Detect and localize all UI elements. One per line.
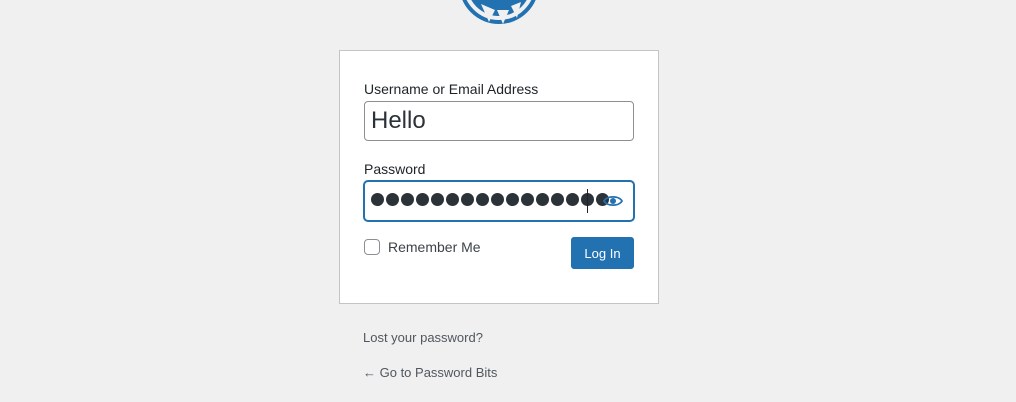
password-label: Password bbox=[364, 161, 426, 177]
password-dot bbox=[566, 193, 579, 206]
eye-icon bbox=[603, 195, 623, 207]
password-dot bbox=[416, 193, 429, 206]
password-dot bbox=[536, 193, 549, 206]
username-input[interactable]: Hello bbox=[364, 101, 634, 141]
password-dot bbox=[476, 193, 489, 206]
password-dot bbox=[446, 193, 459, 206]
back-to-site-link[interactable]: ← Go to Password Bits bbox=[363, 365, 497, 380]
login-button[interactable]: Log In bbox=[571, 237, 634, 269]
password-dot bbox=[491, 193, 504, 206]
password-mask bbox=[371, 193, 609, 206]
lost-password-link[interactable]: Lost your password? bbox=[363, 330, 483, 345]
remember-me-checkbox[interactable] bbox=[364, 239, 380, 255]
password-input[interactable] bbox=[364, 181, 634, 221]
wordpress-logo-icon[interactable] bbox=[459, 0, 539, 24]
password-dot bbox=[461, 193, 474, 206]
remember-me[interactable]: Remember Me bbox=[364, 239, 481, 255]
username-label: Username or Email Address bbox=[364, 81, 539, 97]
login-form: Username or Email Address Hello Password… bbox=[339, 50, 659, 304]
text-caret bbox=[587, 189, 588, 213]
show-password-button[interactable] bbox=[599, 186, 627, 216]
password-dot bbox=[521, 193, 534, 206]
password-dot bbox=[371, 193, 384, 206]
password-dot bbox=[401, 193, 414, 206]
password-dot bbox=[431, 193, 444, 206]
remember-me-label[interactable]: Remember Me bbox=[388, 239, 481, 255]
password-dot bbox=[506, 193, 519, 206]
password-dot bbox=[551, 193, 564, 206]
password-dot bbox=[386, 193, 399, 206]
